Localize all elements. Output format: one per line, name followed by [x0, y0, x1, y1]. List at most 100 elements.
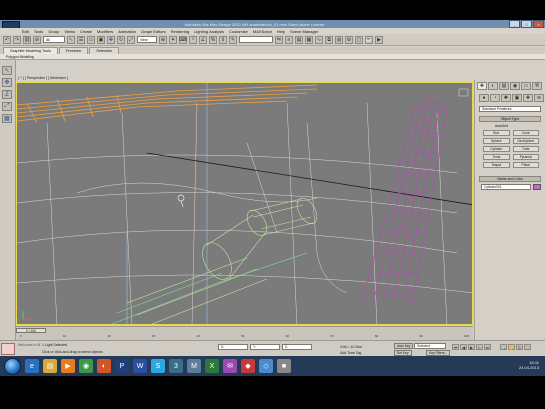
menu-views[interactable]: Views: [64, 29, 75, 34]
motion-tab-icon[interactable]: ◉: [510, 82, 520, 90]
max-window-icon[interactable]: M: [187, 359, 201, 373]
menu-lighting-analysis[interactable]: Lighting Analysis: [194, 29, 224, 34]
select-tool-icon[interactable]: ↖: [2, 66, 12, 75]
graphite-toggle-icon[interactable]: ▦: [305, 35, 313, 44]
redo-icon[interactable]: ↷: [13, 35, 21, 44]
excel-icon[interactable]: X: [205, 359, 219, 373]
media-player-icon[interactable]: ▶: [61, 359, 75, 373]
menu-group[interactable]: Group: [48, 29, 59, 34]
rotate-icon[interactable]: ↻: [117, 35, 125, 44]
move-icon[interactable]: ✥: [107, 35, 115, 44]
render-setup-icon[interactable]: ⚙: [345, 35, 353, 44]
render-icon[interactable]: ☕: [365, 35, 373, 44]
close-button[interactable]: ×: [533, 20, 544, 28]
space-warps-icon[interactable]: ≋: [534, 94, 544, 102]
create-tab-icon[interactable]: ✚: [477, 82, 487, 90]
cylinder-button[interactable]: Cylinder: [483, 146, 510, 152]
name-color-rollout[interactable]: Name and Color: [479, 176, 541, 182]
cone-button[interactable]: Cone: [512, 130, 539, 136]
menu-modifiers[interactable]: Modifiers: [97, 29, 113, 34]
3ds-max-icon[interactable]: 3: [169, 359, 183, 373]
system-clock[interactable]: 18:11 24.04.2013: [519, 360, 539, 370]
rendered-frame-icon[interactable]: ▢: [355, 35, 363, 44]
material-editor-icon[interactable]: ◍: [335, 35, 343, 44]
tab-graphite-modeling-tools[interactable]: Graphite Modeling Tools: [3, 47, 58, 54]
scale-tool-icon[interactable]: ⤢: [2, 102, 12, 111]
time-slider[interactable]: 0 / 100: [16, 328, 46, 333]
sphere-button[interactable]: Sphere: [483, 138, 510, 144]
object-type-rollout[interactable]: Object Type: [479, 116, 541, 122]
display-tab-icon[interactable]: ▭: [521, 82, 531, 90]
maxscript-listener-mini[interactable]: [1, 343, 15, 355]
z-axis-icon[interactable]: Z: [2, 90, 12, 99]
maximize-button[interactable]: □: [521, 20, 532, 28]
move-tool-icon[interactable]: ✥: [2, 78, 12, 87]
unlink-icon[interactable]: ⊘: [33, 35, 41, 44]
select-object-icon[interactable]: ↖: [67, 35, 75, 44]
layer-manager-icon[interactable]: ▤: [295, 35, 303, 44]
menu-rendering[interactable]: Rendering: [171, 29, 189, 34]
keyboard-shortcut-icon[interactable]: ⌨: [179, 35, 187, 44]
maximize-viewport-icon[interactable]: ⛶: [524, 344, 531, 350]
menu-edit[interactable]: Edit: [22, 29, 29, 34]
snaps-toggle-icon[interactable]: ³: [189, 35, 197, 44]
internet-explorer-icon[interactable]: e: [25, 359, 39, 373]
menu-maxscript[interactable]: MAXScript: [253, 29, 272, 34]
schematic-view-icon[interactable]: ⧉: [325, 35, 333, 44]
window-crossing-icon[interactable]: ▣: [97, 35, 105, 44]
pivot-icon[interactable]: ⊕: [159, 35, 167, 44]
selection-filter-select[interactable]: All: [43, 36, 65, 43]
add-time-tag-button[interactable]: Add Time Tag: [340, 351, 361, 355]
lights-icon[interactable]: ✺: [501, 94, 511, 102]
tab-freeform[interactable]: Freeform: [58, 47, 89, 54]
cameras-icon[interactable]: ▣: [512, 94, 522, 102]
teapot-button[interactable]: Teapot: [483, 162, 510, 168]
pyramid-button[interactable]: Pyramid: [512, 154, 539, 160]
named-selection-field[interactable]: [239, 36, 273, 43]
select-manipulate-icon[interactable]: ✦: [169, 35, 177, 44]
select-by-name-icon[interactable]: ☰: [77, 35, 85, 44]
firefox-icon[interactable]: ◐: [97, 359, 111, 373]
go-to-start-icon[interactable]: ⏮: [452, 344, 459, 350]
next-frame-icon[interactable]: ▷: [476, 344, 483, 350]
app-icon[interactable]: ◇: [259, 359, 273, 373]
reference-coord-select[interactable]: View: [137, 36, 157, 43]
utilities-tab-icon[interactable]: ⚒: [532, 82, 542, 90]
edit-named-sets-icon[interactable]: ✎: [229, 35, 237, 44]
percent-snap-icon[interactable]: %: [209, 35, 217, 44]
photoshop-icon[interactable]: P: [115, 359, 129, 373]
geometry-icon[interactable]: ●: [479, 94, 489, 102]
menu-tools[interactable]: Tools: [34, 29, 43, 34]
rectangle-selection-icon[interactable]: ▭: [87, 35, 95, 44]
geosphere-button[interactable]: GeoSphere: [512, 138, 539, 144]
menu-animation[interactable]: Animation: [118, 29, 136, 34]
menu-graph-editors[interactable]: Graph Editors: [141, 29, 166, 34]
autogrid-checkbox[interactable]: AutoGrid: [495, 124, 508, 128]
render-iterative-icon[interactable]: ▶: [375, 35, 383, 44]
key-mode-select[interactable]: Selected: [414, 343, 446, 349]
minimize-button[interactable]: _: [509, 20, 520, 28]
tube-button[interactable]: Tube: [512, 146, 539, 152]
link-icon[interactable]: ⛓: [23, 35, 31, 44]
scale-icon[interactable]: ⤢: [127, 35, 135, 44]
orbit-icon[interactable]: ↻: [516, 344, 523, 350]
object-color-swatch[interactable]: [533, 184, 541, 190]
helpers-icon[interactable]: ✚: [523, 94, 533, 102]
torus-button[interactable]: Torus: [483, 154, 510, 160]
y-coordinate-field[interactable]: Y:: [250, 344, 280, 350]
menu-scene-manager[interactable]: Scene Manager: [290, 29, 318, 34]
align-icon[interactable]: ≡: [285, 35, 293, 44]
start-button-icon[interactable]: [4, 357, 21, 375]
primitive-type-select[interactable]: Standard Primitives: [479, 106, 541, 112]
graphite-panel-icon[interactable]: ▦: [2, 114, 12, 123]
viewport-label[interactable]: [ + ] [ Perspective ] [ Wireframe ]: [18, 76, 68, 80]
app-icon[interactable]: ◆: [241, 359, 255, 373]
previous-frame-icon[interactable]: ◀: [460, 344, 467, 350]
plane-button[interactable]: Plane: [512, 162, 539, 168]
menu-customize[interactable]: Customize: [229, 29, 248, 34]
chrome-icon[interactable]: ◉: [79, 359, 93, 373]
mirror-icon[interactable]: ⇋: [275, 35, 283, 44]
file-explorer-icon[interactable]: ▤: [43, 359, 57, 373]
spinner-snap-icon[interactable]: ⇕: [219, 35, 227, 44]
menu-help[interactable]: Help: [277, 29, 285, 34]
